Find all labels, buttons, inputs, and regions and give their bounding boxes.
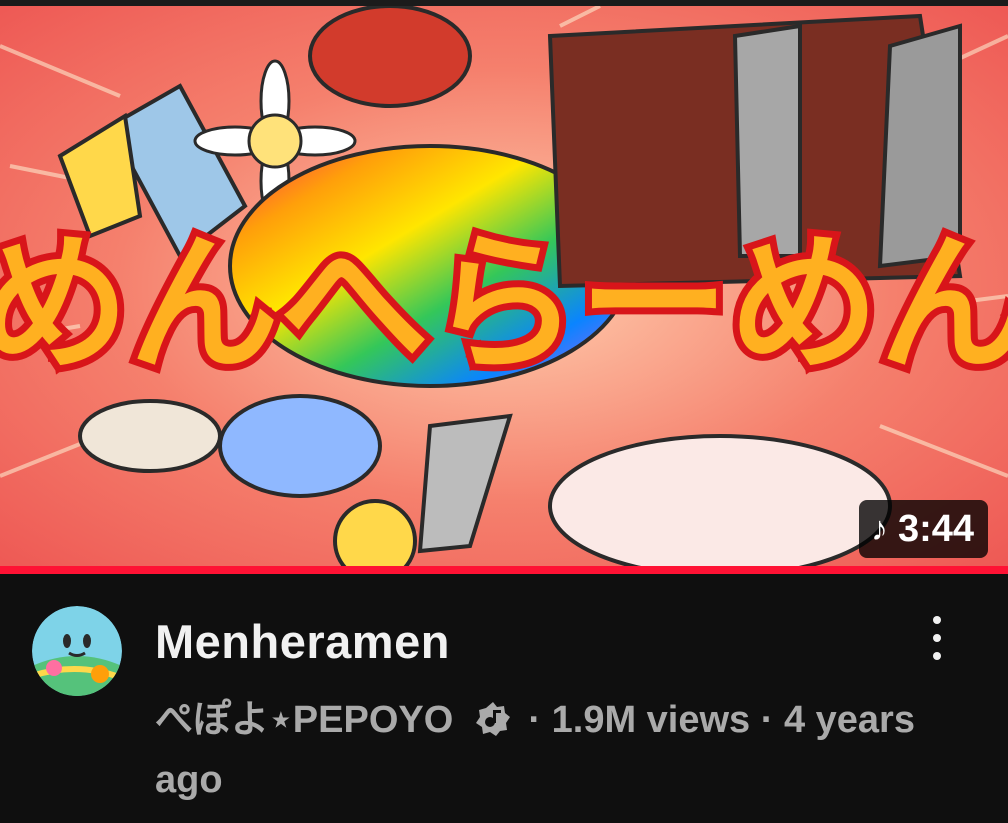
music-note-icon: ♪: [870, 509, 888, 548]
thumbnail-title-text: めんへらーめん: [0, 218, 1008, 392]
channel-avatar[interactable]: [32, 606, 122, 696]
kebab-dot: [933, 616, 941, 624]
kebab-dot: [933, 634, 941, 642]
channel-name[interactable]: ぺぽよ⋆PEPOYO: [155, 699, 453, 741]
video-info[interactable]: Menheramen ぺぽよ⋆PEPOYO · 1.9M views · 4 y…: [0, 574, 1008, 823]
more-vertical-icon[interactable]: [920, 612, 954, 664]
thumbnail-artwork: めんへらーめん: [0, 6, 1008, 566]
video-title[interactable]: Menheramen: [155, 614, 450, 669]
watch-progress-bar: [0, 566, 1008, 574]
duration-text: 3:44: [897, 507, 974, 550]
kebab-dot: [933, 652, 941, 660]
duration-badge: ♪ 3:44: [858, 500, 988, 558]
verified-artist-icon: [475, 702, 510, 736]
video-thumbnail[interactable]: めんへらーめん ♪ 3:44: [0, 6, 1008, 566]
video-metadata: ぺぽよ⋆PEPOYO · 1.9M views · 4 years ago: [155, 690, 915, 810]
